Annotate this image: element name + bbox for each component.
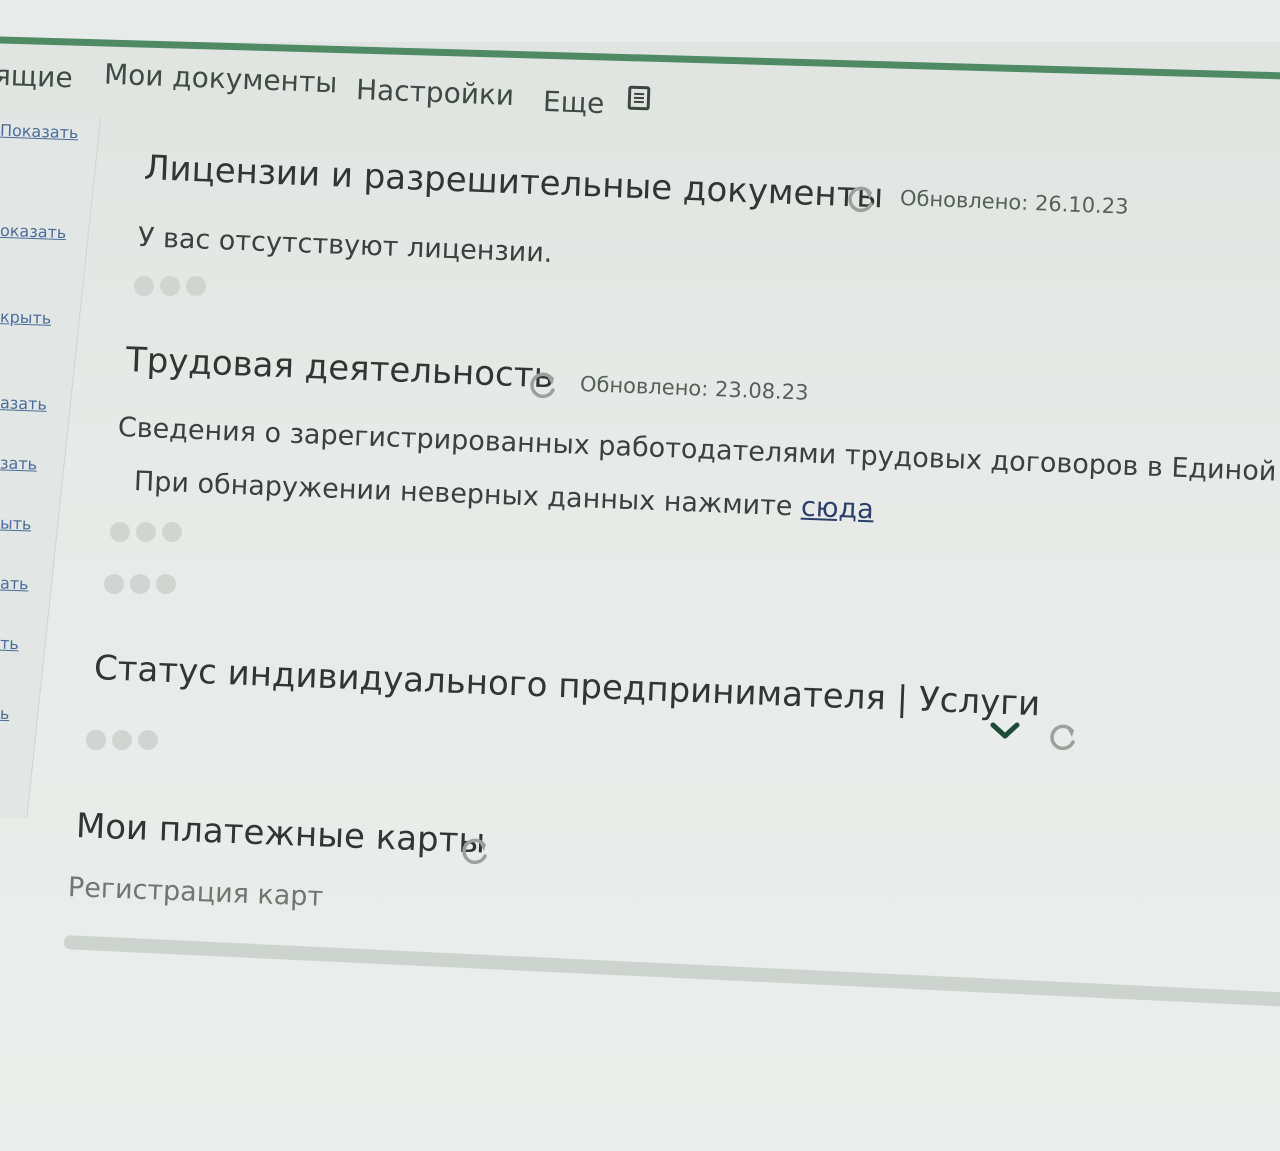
loading-dots — [86, 730, 158, 750]
employment-text-prefix: При обнаружении неверных данных нажмите — [133, 466, 802, 523]
refresh-icon[interactable] — [1048, 722, 1078, 752]
licenses-text: У вас отсутствуют лицензии. — [137, 222, 553, 269]
loading-dots — [134, 276, 206, 296]
refresh-icon[interactable] — [528, 370, 558, 400]
chevron-down-icon[interactable] — [990, 720, 1020, 742]
employment-updated: Обновлено: 23.08.23 — [579, 372, 809, 405]
here-link[interactable]: сюда — [800, 492, 874, 526]
card-registration-progress — [63, 935, 1280, 1009]
refresh-icon[interactable] — [846, 184, 876, 214]
loading-dots — [104, 574, 176, 594]
main-content: Лицензии и разрешительные документы Обно… — [0, 0, 1280, 1151]
refresh-icon[interactable] — [460, 836, 490, 866]
loading-dots — [110, 522, 182, 542]
licenses-title: Лицензии и разрешительные документы — [143, 148, 885, 217]
payment-cards-title: Мои платежные карты — [75, 806, 487, 862]
employment-text-line2: При обнаружении неверных данных нажмите … — [133, 466, 874, 525]
employment-title: Трудовая деятельность — [125, 340, 555, 397]
card-registration-label: Регистрация карт — [67, 872, 324, 913]
ip-status-title: Статус индивидуального предпринимателя |… — [93, 648, 1041, 725]
licenses-updated: Обновлено: 26.10.23 — [899, 186, 1129, 219]
